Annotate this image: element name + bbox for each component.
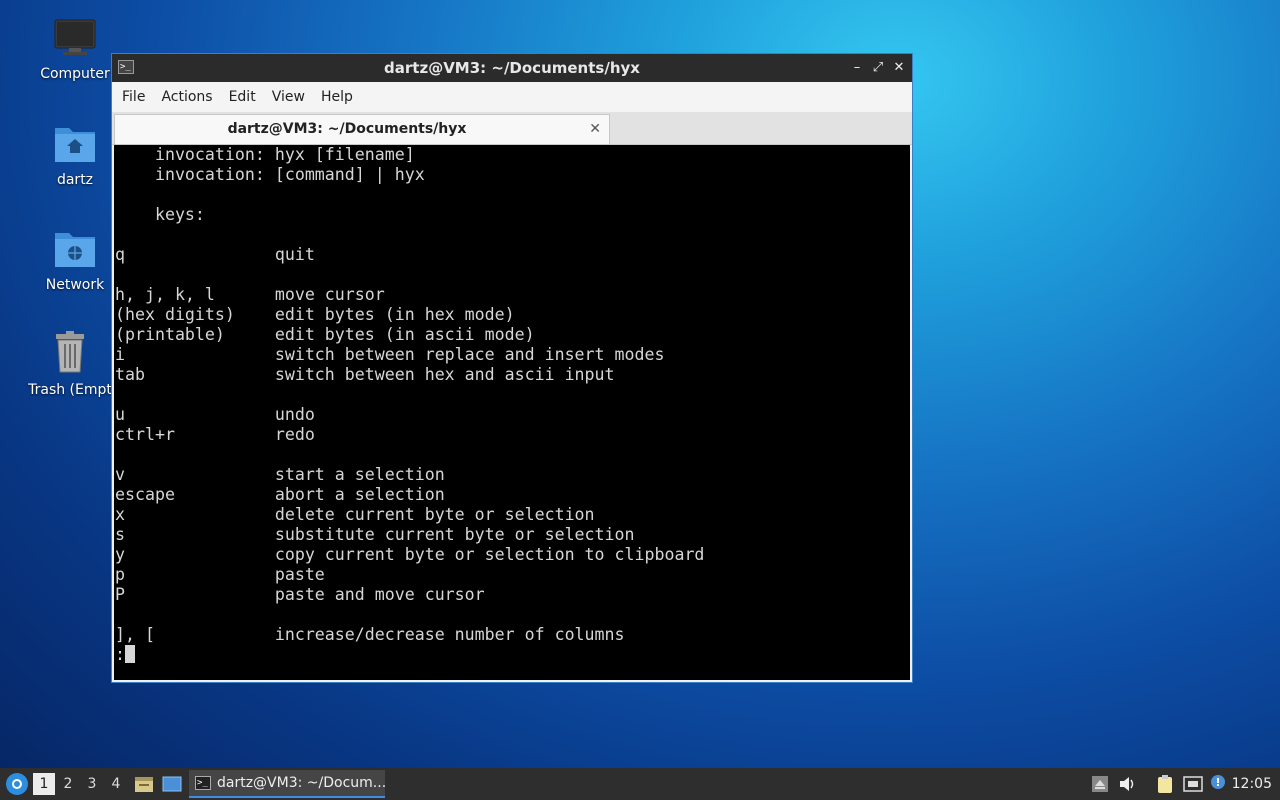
tab-terminal[interactable]: dartz@VM3: ~/Documents/hyx ✕: [114, 114, 610, 144]
home-folder-icon: [55, 128, 95, 162]
menu-edit[interactable]: Edit: [221, 82, 264, 112]
desktop-icon-home[interactable]: dartz: [27, 122, 123, 188]
minimize-button[interactable]: –: [848, 58, 866, 78]
terminal-line: u undo: [115, 405, 315, 424]
terminal-line: v start a selection: [115, 465, 445, 484]
desktop-icon-computer[interactable]: Computer: [27, 18, 123, 82]
terminal-output[interactable]: invocation: hyx [filename] invocation: […: [114, 145, 910, 680]
terminal-line: keys:: [115, 205, 205, 224]
maximize-button[interactable]: ⤢: [869, 58, 887, 78]
taskbar-task-terminal[interactable]: >_ dartz@VM3: ~/Docum...: [189, 770, 387, 798]
trash-icon: [56, 331, 84, 373]
terminal-window[interactable]: >_ dartz@VM3: ~/Documents/hyx – ⤢ ✕ File…: [111, 53, 913, 683]
start-menu-button[interactable]: [6, 773, 28, 795]
desktop-icon-label: Trash (Empt: [28, 382, 112, 398]
terminal-prompt-line[interactable]: :: [114, 645, 910, 665]
terminal-line: i switch between replace and insert mode…: [115, 345, 665, 364]
terminal-lines: invocation: hyx [filename] invocation: […: [114, 145, 910, 645]
clock[interactable]: 12:05: [1232, 768, 1272, 800]
workspace-2[interactable]: 2: [57, 773, 79, 795]
terminal-line: ctrl+r redo: [115, 425, 315, 444]
terminal-line: (printable) edit bytes (in ascii mode): [115, 325, 535, 344]
terminal-line: P paste and move cursor: [115, 585, 485, 604]
terminal-line: x delete current byte or selection: [115, 505, 595, 524]
eject-icon[interactable]: [1091, 774, 1109, 794]
terminal-icon: >_: [195, 776, 211, 790]
workspace-3[interactable]: 3: [81, 773, 103, 795]
desktop-icon-trash[interactable]: Trash (Empt: [22, 330, 118, 398]
terminal-prompt: :: [115, 645, 125, 664]
tab-close-button[interactable]: ✕: [589, 115, 601, 143]
update-notifier-icon[interactable]: [1209, 774, 1227, 794]
menu-view[interactable]: View: [264, 82, 313, 112]
menu-help[interactable]: Help: [313, 82, 361, 112]
clipboard-icon[interactable]: [1156, 774, 1174, 794]
terminal-line: tab switch between hex and ascii input: [115, 365, 615, 384]
terminal-line: p paste: [115, 565, 325, 584]
terminal-line: ], [ increase/decrease number of columns: [115, 625, 625, 644]
computer-icon: [54, 19, 96, 55]
tab-title: dartz@VM3: ~/Documents/hyx: [227, 121, 467, 137]
desktop-icon-label: Computer: [40, 66, 110, 82]
workspace-1[interactable]: 1: [33, 773, 55, 795]
terminal-line: s substitute current byte or selection: [115, 525, 635, 544]
window-titlebar[interactable]: >_ dartz@VM3: ~/Documents/hyx – ⤢ ✕: [112, 54, 912, 82]
desktop-icon-label: Network: [45, 277, 105, 293]
terminal-line: invocation: hyx [filename]: [115, 145, 415, 164]
desktop-icon-label: dartz: [56, 172, 94, 188]
show-desktop-icon[interactable]: [162, 774, 182, 794]
taskbar: 1 2 3 4 >_ dartz@VM3: ~/Docum... 12:05: [0, 768, 1280, 800]
close-button[interactable]: ✕: [890, 58, 908, 78]
terminal-line: invocation: [command] | hyx: [115, 165, 425, 184]
window-title: dartz@VM3: ~/Documents/hyx: [384, 59, 640, 77]
menu-actions[interactable]: Actions: [153, 82, 220, 112]
tab-bar: dartz@VM3: ~/Documents/hyx ✕: [112, 112, 912, 145]
workspace-4[interactable]: 4: [105, 773, 127, 795]
menu-file[interactable]: File: [114, 82, 153, 112]
network-folder-icon: [55, 233, 95, 267]
terminal-line: q quit: [115, 245, 315, 264]
file-manager-icon[interactable]: [134, 774, 154, 794]
menu-bar: File Actions Edit View Help: [112, 82, 912, 112]
terminal-line: (hex digits) edit bytes (in hex mode): [115, 305, 515, 324]
terminal-line: h, j, k, l move cursor: [115, 285, 385, 304]
volume-icon[interactable]: [1118, 774, 1136, 794]
task-label: dartz@VM3: ~/Docum...: [217, 775, 387, 791]
desktop-icon-network[interactable]: Network: [27, 227, 123, 293]
terminal-line: y copy current byte or selection to clip…: [115, 545, 705, 564]
terminal-line: escape abort a selection: [115, 485, 445, 504]
network-icon[interactable]: [1183, 774, 1203, 794]
text-cursor: [125, 645, 135, 663]
